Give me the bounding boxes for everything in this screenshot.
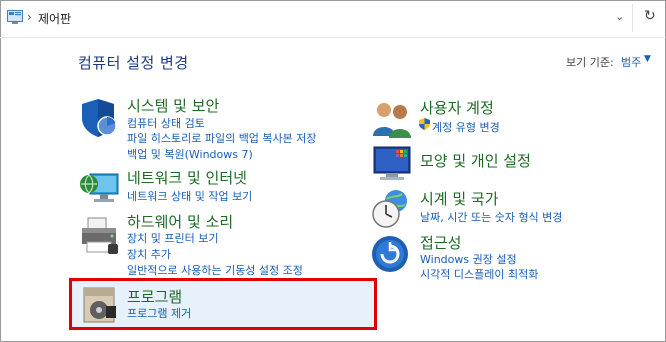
page-title: 컴퓨터 설정 변경: [78, 54, 189, 72]
breadcrumb-location[interactable]: 제어판: [38, 10, 71, 27]
printer-icon[interactable]: [78, 214, 122, 258]
link-change-date-format[interactable]: 날짜, 시간 또는 숫자 형식 변경: [420, 209, 562, 225]
chevron-down-icon[interactable]: ⌄: [615, 10, 624, 23]
link-review-computer-status[interactable]: 컴퓨터 상태 검토: [127, 115, 205, 131]
security-shield-icon[interactable]: [78, 96, 122, 140]
category-title-user-accounts[interactable]: 사용자 계정: [420, 97, 494, 118]
ease-of-access-icon[interactable]: [370, 232, 414, 276]
category-title-network-internet[interactable]: 네트워크 및 인터넷: [127, 167, 247, 188]
network-globe-icon[interactable]: [78, 166, 122, 210]
view-by-dropdown[interactable]: 범주: [621, 54, 641, 70]
category-title-system-security[interactable]: 시스템 및 보안: [127, 95, 219, 116]
link-file-history-backup[interactable]: 파일 히스토리로 파일의 백업 복사본 저장: [127, 130, 317, 146]
category-title-hardware-sound[interactable]: 하드웨어 및 소리: [127, 211, 233, 232]
programs-disc-icon[interactable]: [78, 282, 122, 326]
link-backup-restore[interactable]: 백업 및 복원(Windows 7): [127, 146, 253, 162]
appearance-monitor-icon[interactable]: [370, 141, 414, 185]
link-optimize-visual-display[interactable]: 시각적 디스플레이 최적화: [420, 266, 538, 282]
admin-shield-icon: [419, 118, 430, 130]
category-title-clock-region[interactable]: 시계 및 국가: [420, 188, 499, 209]
caret-down-icon[interactable]: ▼: [644, 54, 651, 64]
user-accounts-icon[interactable]: [370, 98, 414, 142]
link-uninstall-program[interactable]: 프로그램 제거: [127, 305, 191, 321]
control-panel-icon: [7, 10, 23, 24]
link-change-account-type[interactable]: 계정 유형 변경: [432, 119, 500, 135]
link-mobility-settings[interactable]: 일반적으로 사용하는 기동성 설정 조정: [127, 262, 303, 278]
link-windows-recommended-settings[interactable]: Windows 권장 설정: [420, 251, 517, 267]
view-by-label: 보기 기준:: [566, 56, 614, 69]
breadcrumb-chevron-icon: ›: [27, 10, 32, 24]
category-title-ease-of-access[interactable]: 접근성: [420, 232, 461, 253]
link-add-device[interactable]: 장치 추가: [127, 246, 171, 262]
link-network-status[interactable]: 네트워크 상태 및 작업 보기: [127, 188, 252, 204]
category-title-programs[interactable]: 프로그램: [127, 286, 182, 307]
refresh-icon[interactable]: ↻: [644, 8, 656, 24]
address-separator: [632, 4, 633, 32]
link-devices-printers[interactable]: 장치 및 프린터 보기: [127, 230, 218, 246]
address-bar[interactable]: › 제어판 ⌄ ↻: [0, 0, 666, 38]
clock-globe-icon[interactable]: [370, 186, 414, 230]
category-title-appearance[interactable]: 모양 및 개인 설정: [420, 150, 531, 171]
